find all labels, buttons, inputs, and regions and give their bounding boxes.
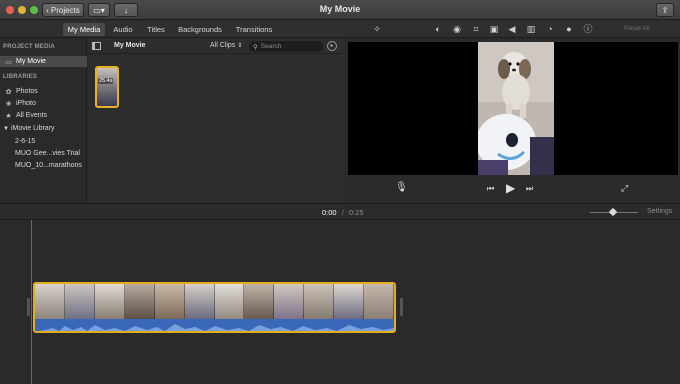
tab-backgrounds[interactable]: Backgrounds — [176, 23, 224, 36]
timeline-settings-button[interactable]: Settings — [647, 208, 672, 215]
clip-filter-value: All Clips — [210, 42, 236, 49]
film-icon: ▭ — [5, 58, 12, 66]
sidebar-item-label: All Events — [16, 112, 48, 119]
window-title: My Movie — [319, 4, 361, 14]
filmstrip-frame — [214, 284, 245, 319]
sidebar-item-photos[interactable]: ✿ Photos — [0, 86, 87, 97]
zoom-slider-knob[interactable] — [608, 207, 618, 217]
clip-duration: 25.4s — [98, 78, 114, 84]
sidebar-item-label: iPhoto — [16, 100, 36, 107]
stabilization-icon[interactable]: ▣ — [489, 24, 499, 34]
filmstrip-frame — [154, 284, 185, 319]
sidebar-item-label: MUO_10...marathons — [15, 162, 82, 169]
content-tab-bar: My Media Audio Titles Backgrounds Transi… — [0, 20, 345, 38]
sidebar-item-event-muo-geek[interactable]: MUO Gee...vies Trial — [0, 148, 87, 159]
browser-title: My Movie — [114, 42, 146, 49]
filmstrip-frame — [184, 284, 215, 319]
share-button[interactable]: ⇪ — [656, 3, 674, 17]
filmstrip-frame — [35, 284, 65, 319]
time-separator: / — [341, 208, 344, 217]
voiceover-mic-icon[interactable]: 🎙 — [395, 182, 408, 193]
fullscreen-icon[interactable]: ⤢ — [621, 183, 628, 194]
filmstrip-frame — [64, 284, 95, 319]
browser-header: My Movie All Clips ⇕ ⚲ Search ▸ — [88, 38, 344, 54]
filmstrip-frame — [304, 284, 335, 319]
tab-my-media[interactable]: My Media — [63, 23, 105, 36]
equalizer-icon[interactable]: ▥ — [526, 24, 536, 34]
info-icon[interactable]: ⓘ — [583, 24, 593, 34]
waveform-graphic — [40, 324, 394, 331]
share-icon: ⇪ — [661, 5, 669, 15]
magic-wand-icon[interactable]: ✧ — [372, 24, 382, 34]
libraries-header: LIBRARIES — [3, 74, 38, 80]
skip-back-icon[interactable]: ⏮ — [487, 184, 494, 194]
chevron-updown-icon: ⇕ — [237, 43, 243, 49]
color-correction-icon[interactable]: ◉ — [452, 24, 462, 34]
filmstrip-frame — [274, 284, 305, 319]
iphoto-icon: ❀ — [5, 100, 12, 108]
filmstrip-frame — [124, 284, 155, 319]
filmstrip-frame — [94, 284, 125, 319]
speed-icon[interactable]: ◔ — [545, 24, 555, 34]
playhead[interactable] — [31, 220, 32, 384]
timeline-area[interactable] — [0, 220, 680, 384]
clip-right-trim-handle[interactable] — [400, 298, 403, 316]
search-field[interactable]: ⚲ Search — [249, 41, 323, 52]
filmstrip-frame — [244, 284, 275, 319]
sidebar-item-event-muo-marathons[interactable]: MUO_10...marathons — [0, 160, 87, 171]
current-time: 0:00 — [322, 208, 337, 217]
adjustment-toolbar: ✧ ◐ ◉ ⌗ ▣ ◀ ▥ ◔ ● ⓘ Reset All — [345, 20, 680, 38]
viewer-panel: 🎙 ⏮ ▶ ⏭ ⤢ — [345, 38, 680, 203]
sidebar-item-label: iMovie Library — [10, 125, 55, 132]
sidebar-item-label: Photos — [16, 88, 38, 95]
total-time: 0:25 — [348, 208, 364, 217]
play-button-icon[interactable]: ▶ — [506, 181, 515, 195]
color-balance-icon[interactable]: ◐ — [433, 24, 443, 34]
project-media-header: PROJECT MEDIA — [3, 44, 55, 50]
libraries-sidebar: PROJECT MEDIA ▭ My Movie LIBRARIES ✿ Pho… — [0, 38, 87, 203]
sidebar-item-imovie-library[interactable]: ▼ iMovie Library — [0, 123, 87, 134]
tab-audio[interactable]: Audio — [110, 23, 136, 36]
sidebar-item-label: MUO Gee...vies Trial — [15, 150, 80, 157]
timecode-display: 0:00 / 0:25 — [322, 208, 364, 217]
sidebar-item-label: My Movie — [16, 58, 46, 65]
title-bar: ‹ Projects ▭▾ ↓ My Movie ⇪ — [0, 0, 680, 20]
filmstrip-frame — [364, 284, 394, 319]
video-preview — [348, 42, 678, 175]
toggle-sidebar-icon[interactable] — [92, 42, 101, 50]
sidebar-item-iphoto[interactable]: ❀ iPhoto — [0, 98, 87, 109]
crop-icon[interactable]: ⌗ — [471, 24, 481, 34]
clip-filter-select[interactable]: All Clips ⇕ — [210, 42, 242, 49]
skip-forward-icon[interactable]: ⏭ — [526, 184, 533, 194]
disclosure-triangle-icon[interactable]: ▼ — [3, 126, 9, 132]
dog-video-image — [478, 42, 554, 175]
filmstrip-frame — [334, 284, 365, 319]
media-clip-thumbnail[interactable]: 25.4s — [95, 66, 119, 108]
sidebar-item-label: 2-6-15 — [15, 138, 36, 145]
reset-all-button[interactable]: Reset All — [624, 25, 650, 32]
tab-transitions[interactable]: Transitions — [232, 23, 276, 36]
filter-icon[interactable]: ● — [564, 24, 574, 34]
audio-waveform — [35, 319, 394, 331]
zoom-slider[interactable] — [590, 207, 638, 217]
sidebar-item-all-events[interactable]: ★ All Events — [0, 110, 87, 121]
browser-settings-icon[interactable]: ▸ — [327, 41, 337, 51]
media-browser: My Movie All Clips ⇕ ⚲ Search ▸ 25.4s — [88, 38, 344, 203]
clip-filmstrip — [35, 284, 394, 319]
volume-icon[interactable]: ◀ — [507, 24, 517, 34]
search-placeholder: Search — [260, 43, 282, 50]
star-box-icon: ★ — [5, 112, 12, 120]
sidebar-item-event-2-6-15[interactable]: 2-6-15 — [0, 136, 87, 147]
clip-left-trim-handle[interactable] — [27, 298, 30, 316]
timeline-video-clip[interactable] — [33, 282, 396, 333]
tab-titles[interactable]: Titles — [142, 23, 170, 36]
video-frame-dog — [478, 42, 554, 175]
timeline-header: 0:00 / 0:25 Settings — [0, 203, 680, 220]
sidebar-item-my-movie[interactable]: ▭ My Movie — [0, 56, 87, 67]
search-icon: ⚲ — [253, 43, 258, 51]
photos-icon: ✿ — [5, 88, 12, 96]
